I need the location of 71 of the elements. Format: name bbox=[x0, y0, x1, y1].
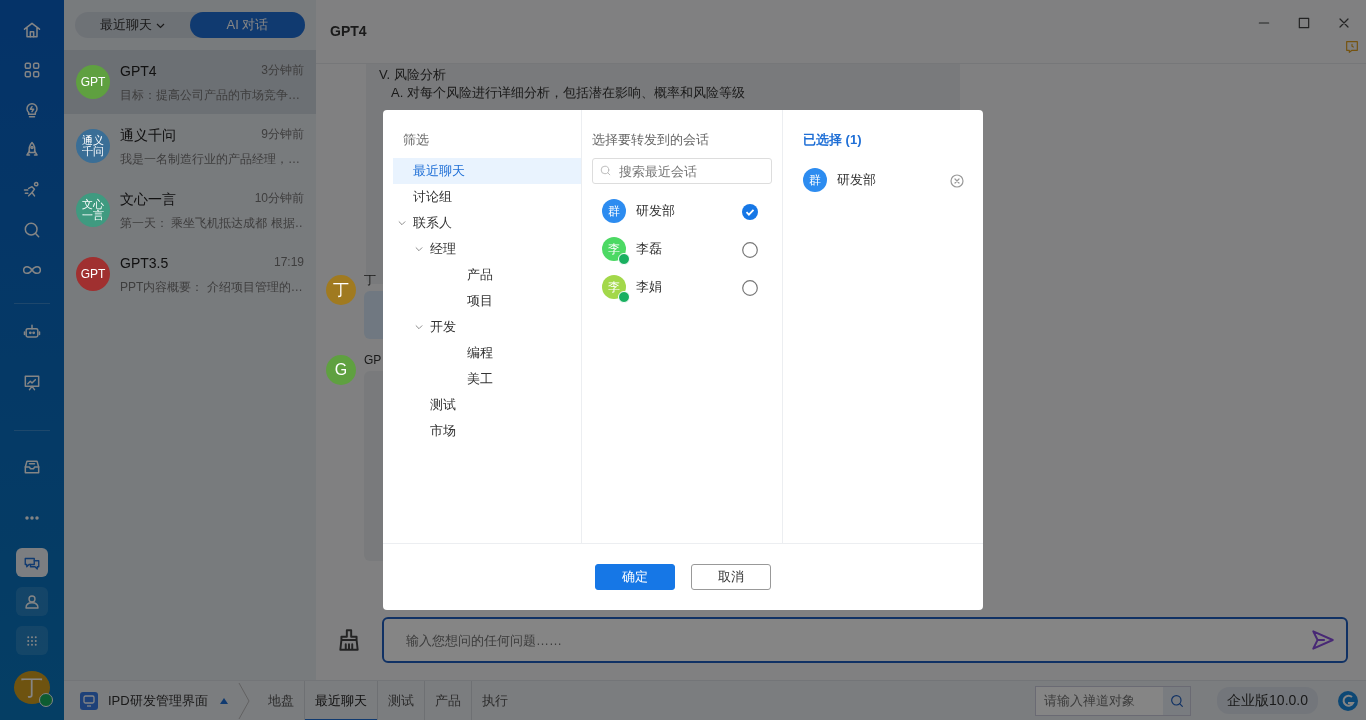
tree-item[interactable]: 产品 bbox=[393, 262, 581, 288]
contact-name: 研发部 bbox=[636, 203, 675, 219]
message-line: A. 对每个风险进行详细分析，包括潜在影响、概率和风险等级 bbox=[390, 84, 745, 102]
avatar: 文心一言 bbox=[76, 193, 110, 227]
chevron-icon bbox=[414, 322, 424, 332]
breadcrumb-chevron-icon bbox=[237, 681, 250, 720]
conversation-name: 通义千问 bbox=[120, 125, 176, 145]
sender-name: GP bbox=[364, 353, 382, 367]
tree-item[interactable]: 编程 bbox=[393, 340, 581, 366]
bottom-tab[interactable]: 产品 bbox=[423, 680, 471, 720]
broom-icon[interactable] bbox=[336, 627, 362, 653]
message-preview: PPT内容概要： 介绍项目管理的… bbox=[120, 278, 304, 296]
panel-title: 选择要转发到的会话 bbox=[592, 131, 710, 149]
bottom-tab[interactable]: 地盘 bbox=[257, 680, 304, 720]
conversation-tab[interactable]: 最近聊天 bbox=[75, 12, 190, 38]
conversation-item[interactable]: GPT GPT3.5 17:19 PPT内容概要： 介绍项目管理的… bbox=[64, 242, 316, 306]
panel-title: 已选择 (1) bbox=[803, 131, 863, 149]
confirm-button[interactable]: 确定 bbox=[595, 564, 675, 590]
avatar: GPT bbox=[76, 257, 110, 291]
contact-name: 李磊 bbox=[636, 241, 662, 257]
sidebar-tool-button[interactable] bbox=[16, 548, 48, 578]
contact-name: 研发部 bbox=[837, 172, 876, 188]
checkbox[interactable] bbox=[742, 279, 758, 296]
search-icon bbox=[599, 164, 612, 177]
bottom-tab[interactable]: 执行 bbox=[470, 680, 518, 720]
avatar: 群 bbox=[602, 199, 626, 223]
avatar: 通义千问 bbox=[76, 129, 110, 163]
tree-item[interactable]: 美工 bbox=[393, 366, 581, 392]
tree-item[interactable]: 联系人 bbox=[393, 210, 581, 236]
app-name[interactable]: IPD研发管理界面 bbox=[108, 690, 208, 711]
tree-item[interactable]: 讨论组 bbox=[393, 184, 581, 210]
avatar: 群 bbox=[803, 168, 827, 192]
version-badge: 企业版10.0.0 bbox=[1217, 687, 1318, 714]
cancel-button[interactable]: 取消 bbox=[691, 564, 771, 590]
avatar: GPT bbox=[76, 65, 110, 99]
running-figure-icon[interactable] bbox=[22, 179, 42, 200]
bottom-tab[interactable]: 最近聊天 bbox=[303, 680, 377, 720]
sender-avatar: G bbox=[326, 355, 356, 385]
message-line: V. 风险分析 bbox=[379, 66, 446, 84]
caret-icon[interactable] bbox=[219, 697, 228, 704]
checkbox[interactable] bbox=[742, 203, 758, 220]
conversation-name: 文心一言 bbox=[120, 189, 176, 209]
tree-item[interactable]: 测试 bbox=[393, 392, 581, 418]
conversation-name: GPT3.5 bbox=[120, 253, 169, 273]
contact-name: 李娟 bbox=[636, 279, 662, 295]
conversation-tab[interactable]: AI 对话 bbox=[190, 12, 305, 38]
notice-icon[interactable] bbox=[1344, 39, 1360, 56]
app-icon[interactable] bbox=[80, 691, 98, 710]
checkbox[interactable] bbox=[742, 241, 758, 258]
sender-name: 丁 bbox=[364, 273, 376, 287]
remove-icon[interactable] bbox=[949, 172, 965, 189]
tree-item[interactable]: 市场 bbox=[393, 418, 581, 444]
tree-item[interactable]: 项目 bbox=[393, 288, 581, 314]
chevron-icon bbox=[414, 244, 424, 254]
tree-item[interactable]: 开发 bbox=[393, 314, 581, 340]
send-icon[interactable] bbox=[1310, 627, 1336, 653]
timestamp: 10分钟前 bbox=[254, 189, 304, 207]
tree-item[interactable]: 经理 bbox=[393, 236, 581, 262]
message-input[interactable]: 输入您想问的任何问题…… bbox=[382, 617, 1348, 663]
chevron-icon bbox=[397, 218, 407, 228]
conversation-name: GPT4 bbox=[120, 61, 157, 81]
panel-title: 筛选 bbox=[403, 131, 430, 149]
chat-title: GPT4 bbox=[330, 22, 367, 41]
sender-avatar: 丁 bbox=[326, 275, 356, 305]
timestamp: 9分钟前 bbox=[261, 125, 304, 143]
logo-icon[interactable] bbox=[1338, 690, 1358, 711]
timestamp: 17:19 bbox=[273, 253, 304, 271]
search-field[interactable]: 搜索最近会话 bbox=[592, 158, 772, 184]
tree-item[interactable]: 最近聊天 bbox=[393, 158, 581, 184]
person-icon bbox=[23, 592, 41, 611]
bottom-tab[interactable]: 测试 bbox=[376, 680, 424, 720]
